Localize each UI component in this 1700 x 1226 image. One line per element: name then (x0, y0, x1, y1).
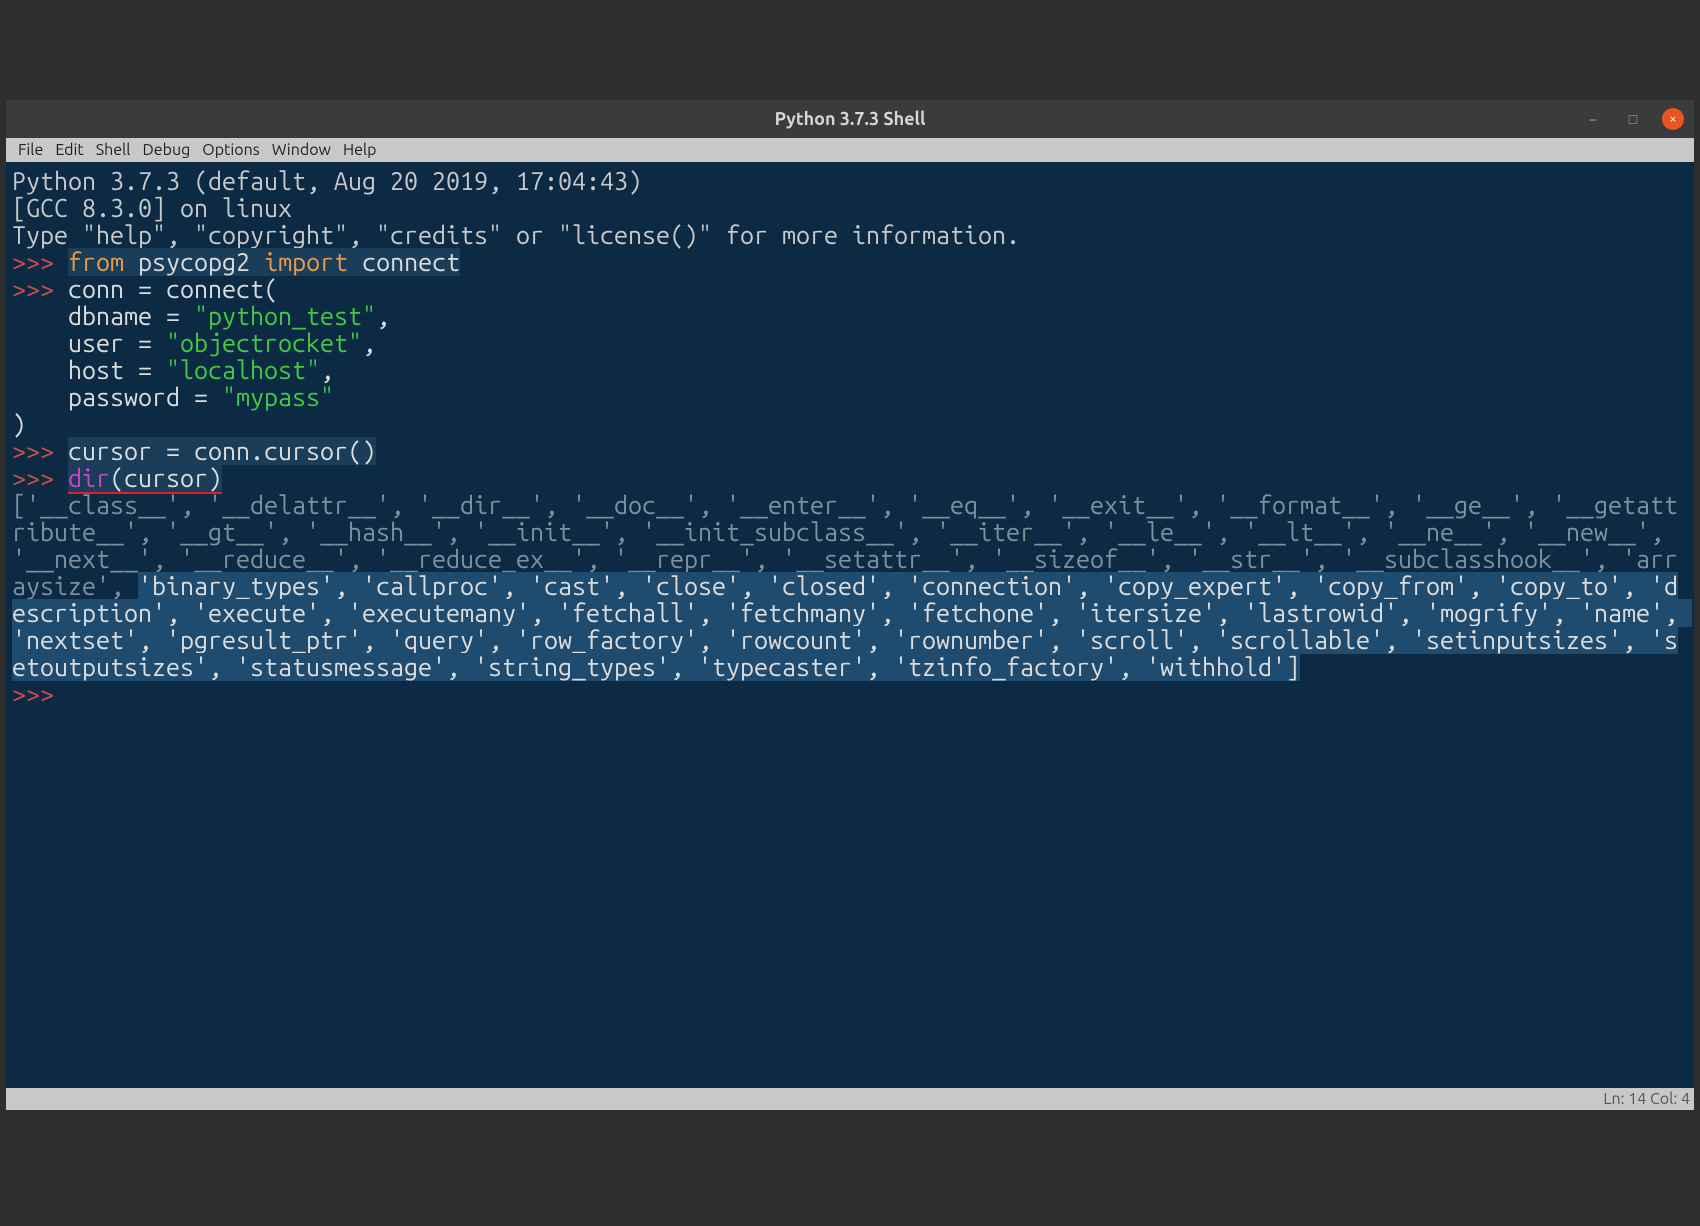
string-literal: "python_test" (194, 302, 376, 330)
builtin-dir: dir (68, 464, 110, 494)
menu-edit[interactable]: Edit (49, 140, 89, 160)
banner-line-2: [GCC 8.3.0] on linux (12, 194, 292, 222)
keyword-import: import (264, 248, 348, 276)
keyword-from: from (68, 248, 124, 276)
string-literal: "objectrocket" (166, 329, 362, 357)
string-literal: "mypass" (222, 383, 334, 411)
code-line: dbname = (12, 302, 194, 330)
module-name: psycopg2 (138, 248, 250, 276)
code-cursor-line: cursor = conn.cursor() (68, 437, 376, 465)
string-literal: "localhost" (166, 356, 320, 384)
comma: , (376, 302, 390, 330)
banner-line-1: Python 3.7.3 (default, Aug 20 2019, 17:0… (12, 167, 656, 195)
dir-args: (cursor) (110, 464, 222, 494)
menu-debug[interactable]: Debug (136, 140, 196, 160)
code-line: user = (12, 329, 166, 357)
comma: , (320, 356, 334, 384)
statusbar: Ln: 14 Col: 4 (6, 1088, 1694, 1110)
window-controls: – □ × (1582, 108, 1684, 130)
prompt: >>> (12, 275, 68, 303)
prompt: >>> (12, 680, 68, 708)
menu-help[interactable]: Help (337, 140, 383, 160)
menubar: File Edit Shell Debug Options Window Hel… (6, 138, 1694, 162)
banner-line-3: Type "help", "copyright", "credits" or "… (12, 221, 1020, 249)
code-dir-line: dir(cursor) (68, 464, 222, 492)
window-titlebar: Python 3.7.3 Shell – □ × (6, 100, 1694, 138)
menu-shell[interactable]: Shell (90, 140, 137, 160)
menu-window[interactable]: Window (266, 140, 337, 160)
code-line: ) (12, 410, 26, 438)
shell-text-area[interactable]: Python 3.7.3 (default, Aug 20 2019, 17:0… (6, 162, 1694, 1088)
code-import-line: from psycopg2 import connect (68, 248, 460, 276)
code-line: host = (12, 356, 166, 384)
window-title: Python 3.7.3 Shell (775, 109, 926, 129)
cursor-position: Ln: 14 Col: 4 (1603, 1090, 1690, 1108)
prompt: >>> (12, 437, 68, 465)
import-name: connect (362, 248, 460, 276)
minimize-button[interactable]: – (1582, 108, 1604, 130)
menu-file[interactable]: File (12, 140, 49, 160)
prompt: >>> (12, 248, 68, 276)
dir-output-selected: 'binary_types', 'callproc', 'cast', 'clo… (12, 572, 1692, 681)
code-line: password = (12, 383, 222, 411)
code-line: conn = connect( (68, 275, 278, 303)
comma: , (362, 329, 376, 357)
menu-options[interactable]: Options (196, 140, 265, 160)
maximize-button[interactable]: □ (1622, 108, 1644, 130)
close-button[interactable]: × (1662, 108, 1684, 130)
prompt: >>> (12, 464, 68, 492)
